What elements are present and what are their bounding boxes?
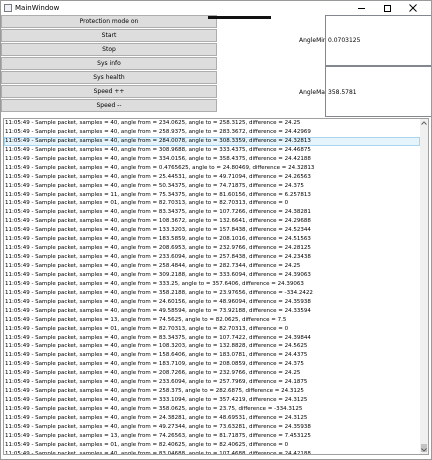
title-bar[interactable]: MainWindow [1,1,431,15]
stop-button[interactable]: Stop [1,43,217,56]
speed-down-button[interactable]: Speed -- [1,99,217,112]
vertical-scrollbar[interactable] [420,119,428,454]
scroll-down-button[interactable] [420,446,428,454]
log-row[interactable]: 11:05:49 - Sample packet, samples = 40, … [4,396,420,405]
angle-min-value: 0.0703125 [328,37,361,44]
log-row[interactable]: 11:05:49 - Sample packet, samples = 40, … [4,173,420,182]
angle-min-box: 0.0703125 [325,15,431,66]
log-row[interactable]: 11:05:49 - Sample packet, samples = 40, … [4,351,420,360]
minimize-button[interactable] [350,1,372,15]
log-row[interactable]: 11:05:49 - Sample packet, samples = 40, … [4,226,420,235]
log-row[interactable]: 11:05:49 - Sample packet, samples = 40, … [4,289,420,298]
log-row[interactable]: 11:05:49 - Sample packet, samples = 40, … [4,128,420,137]
log-row[interactable]: 11:05:49 - Sample packet, samples = 40, … [4,334,420,343]
log-row[interactable]: 11:05:49 - Sample packet, samples = 40, … [4,235,420,244]
log-row[interactable]: 11:05:49 - Sample packet, samples = 40, … [4,253,420,262]
maximize-button[interactable] [376,1,398,15]
log-row[interactable]: 11:05:49 - Sample packet, samples = 40, … [4,423,420,432]
sys-info-button[interactable]: Sys info [1,57,217,70]
log-row[interactable]: 11:05:49 - Sample packet, samples = 40, … [4,387,420,396]
log-row[interactable]: 11:05:49 - Sample packet, samples = 40, … [4,280,420,289]
log-row[interactable]: 11:05:49 - Sample packet, samples = 40, … [4,182,420,191]
log-row[interactable]: 11:05:49 - Sample packet, samples = 40, … [4,155,420,164]
close-icon [409,4,417,12]
log-row[interactable]: 11:05:49 - Sample packet, samples = 13, … [4,316,420,325]
angle-max-value: 358.5781 [328,89,357,96]
app-icon [4,4,12,12]
scroll-up-button[interactable] [420,119,428,127]
log-row[interactable]: 11:05:49 - Sample packet, samples = 40, … [4,208,420,217]
log-row[interactable]: 11:05:49 - Sample packet, samples = 40, … [4,136,420,146]
log-row[interactable]: 11:05:49 - Sample packet, samples = 40, … [4,369,420,378]
log-row[interactable]: 11:05:49 - Sample packet, samples = 40, … [4,414,420,423]
log-rows: 11:05:49 - Sample packet, samples = 40, … [4,119,420,454]
log-row[interactable]: 11:05:49 - Sample packet, samples = 01, … [4,325,420,334]
log-row[interactable]: 11:05:49 - Sample packet, samples = 40, … [4,450,420,454]
log-row[interactable]: 11:05:49 - Sample packet, samples = 40, … [4,262,420,271]
close-button[interactable] [402,1,424,15]
chevron-down-icon [421,448,427,452]
angle-max-box: 358.5781 [325,66,431,117]
log-row[interactable]: 11:05:49 - Sample packet, samples = 40, … [4,298,420,307]
log-row[interactable]: 11:05:49 - Sample packet, samples = 40, … [4,119,420,128]
log-row[interactable]: 11:05:49 - Sample packet, samples = 40, … [4,271,420,280]
window-title: MainWindow [15,4,60,12]
chevron-up-icon [421,121,427,125]
speed-up-button[interactable]: Speed ++ [1,85,217,98]
sys-health-button[interactable]: Sys health [1,71,217,84]
log-row[interactable]: 11:05:49 - Sample packet, samples = 01, … [4,199,420,208]
maximize-icon [383,4,391,12]
log-list[interactable]: 11:05:49 - Sample packet, samples = 40, … [3,118,429,455]
start-button[interactable]: Start [1,29,217,42]
log-row[interactable]: 11:05:49 - Sample packet, samples = 40, … [4,217,420,226]
log-row[interactable]: 11:05:49 - Sample packet, samples = 01, … [4,441,420,450]
minimize-icon [357,7,365,9]
control-buttons-panel: Protection mode on Start Stop Sys info S… [1,15,217,117]
log-row[interactable]: 11:05:49 - Sample packet, samples = 40, … [4,360,420,369]
log-row[interactable]: 11:05:49 - Sample packet, samples = 40, … [4,307,420,316]
log-row[interactable]: 11:05:49 - Sample packet, samples = 13, … [4,432,420,441]
angle-panel: AngleMin: 0.0703125 AngleMax: 358.5781 [217,15,431,117]
log-row[interactable]: 11:05:49 - Sample packet, samples = 40, … [4,244,420,253]
protection-mode-button[interactable]: Protection mode on [1,15,217,28]
log-row[interactable]: 11:05:49 - Sample packet, samples = 40, … [4,164,420,173]
log-row[interactable]: 11:05:49 - Sample packet, samples = 40, … [4,342,420,351]
log-row[interactable]: 11:05:49 - Sample packet, samples = 40, … [4,146,420,155]
log-row[interactable]: 11:05:49 - Sample packet, samples = 40, … [4,378,420,387]
log-row[interactable]: 11:05:49 - Sample packet, samples = 11, … [4,191,420,200]
main-window: MainWindow Protection mode on Start Stop… [0,0,432,460]
log-row[interactable]: 11:05:49 - Sample packet, samples = 40, … [4,405,420,414]
